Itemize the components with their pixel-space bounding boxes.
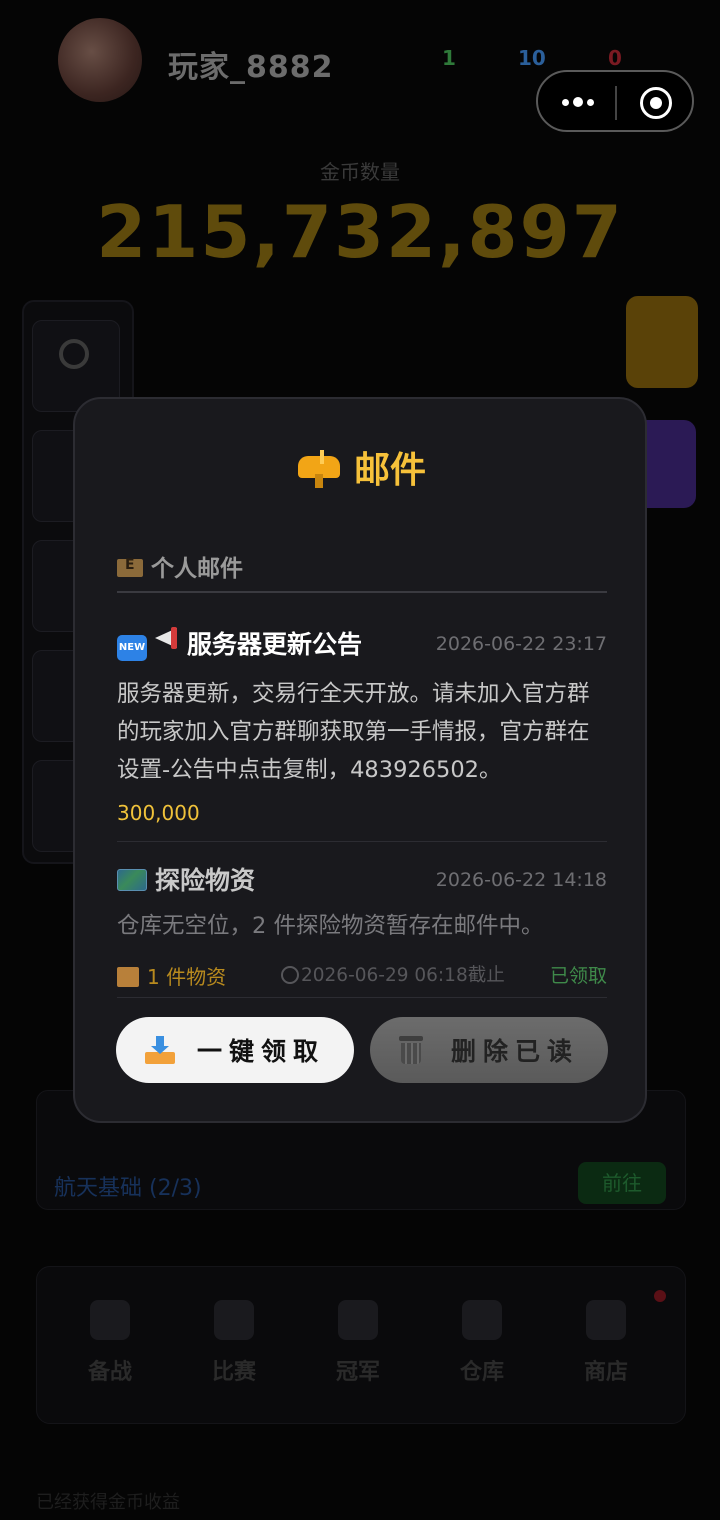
mail-body: 服务器更新，交易行全天开放。请未加入官方群的玩家加入官方群聊获取第一手情报，官方… [117,681,590,783]
mail-body: 仓库无空位，2 件探险物资暂存在邮件中。 [117,913,544,939]
nav-item-champion[interactable]: 冠军 [308,1300,408,1386]
right-gold-button[interactable] [626,296,698,388]
mail-modal: 邮件 个人邮件 NEW 服务器更新公告 2026-06-22 23:17 服务器更… [73,397,647,1123]
alarm-clock-icon [281,966,299,984]
nav-item-shop[interactable]: 商店 [556,1300,656,1386]
modal-title: 邮件 [75,441,649,493]
mail-date: 2026-06-22 23:17 [435,633,607,655]
task-text: 航天基础 (2/3) [54,1176,202,1201]
footer-text: 已经获得金币收益 [36,1492,180,1513]
close-target-icon[interactable] [640,87,672,119]
inbox-tray-icon [144,1036,175,1064]
gold-amount: 215,732,897 [96,190,624,274]
player-name: 玩家_8882 [168,50,334,85]
trash-icon [398,1036,423,1064]
task-go-button[interactable]: 前往 [578,1162,666,1204]
box-icon [462,1300,502,1340]
nav-item-warehouse[interactable]: 仓库 [432,1300,532,1386]
mail-meta: 1 件物资 2026-06-29 06:18截止 已领取 [117,957,607,991]
prepare-icon [90,1300,130,1340]
world-map-icon [117,869,147,891]
package-icon [117,967,139,987]
match-icon [214,1300,254,1340]
megaphone-icon [151,625,181,651]
mail-items: 1 件物资 [117,961,226,990]
section-label-text: 个人邮件 [151,556,243,582]
mail-date: 2026-06-22 14:18 [435,869,607,891]
mail-status: 已领取 [549,965,607,987]
gold-label: 金币数量 [320,160,400,184]
miniprogram-capsule [536,70,694,132]
nav-label: 仓库 [459,1360,504,1385]
nav-label: 冠军 [335,1360,380,1385]
delete-read-label: 删除已读 [450,1037,579,1066]
mailbox-icon [297,450,340,488]
notification-dot [654,1290,666,1302]
avatar[interactable] [58,18,142,102]
trophy-icon [338,1300,378,1340]
claim-all-label: 一键领取 [196,1037,325,1066]
section-label: 个人邮件 [117,549,243,583]
nav-label: 备战 [87,1360,132,1385]
gear-icon [59,339,89,369]
resource-2: 10 [518,46,546,70]
divider [117,997,607,998]
nav-item-prepare[interactable]: 备战 [60,1300,160,1386]
divider [117,591,607,593]
mail-title-text: 服务器更新公告 [187,630,363,659]
cart-icon [586,1300,626,1340]
capsule-divider [615,86,617,120]
resource-1: 1 [442,46,456,70]
delete-read-button[interactable]: 删除已读 [370,1017,608,1083]
mail-item-update[interactable]: NEW 服务器更新公告 2026-06-22 23:17 服务器更新，交易行全天开… [117,625,607,825]
new-badge-icon: NEW [117,635,147,661]
mail-deadline: 2026-06-29 06:18截止 [281,961,505,987]
mail-reward: 300,000 [117,801,200,825]
nav-label: 商店 [583,1360,628,1385]
mail-items-text: 1 件物资 [147,965,227,989]
mail-item-expedition[interactable]: 探险物资 2026-06-22 14:18 仓库无空位，2 件探险物资暂存在邮件… [117,861,607,991]
claim-all-button[interactable]: 一键领取 [116,1017,354,1083]
more-icon[interactable] [558,84,598,120]
nav-label: 比赛 [211,1360,256,1385]
nav-item-match[interactable]: 比赛 [184,1300,284,1386]
ledger-icon [117,557,143,577]
resource-3: 0 [608,46,622,70]
mail-deadline-text: 2026-06-29 06:18截止 [301,965,505,986]
divider [117,841,607,842]
mail-title-text: 探险物资 [155,866,256,895]
modal-title-text: 邮件 [353,450,426,491]
